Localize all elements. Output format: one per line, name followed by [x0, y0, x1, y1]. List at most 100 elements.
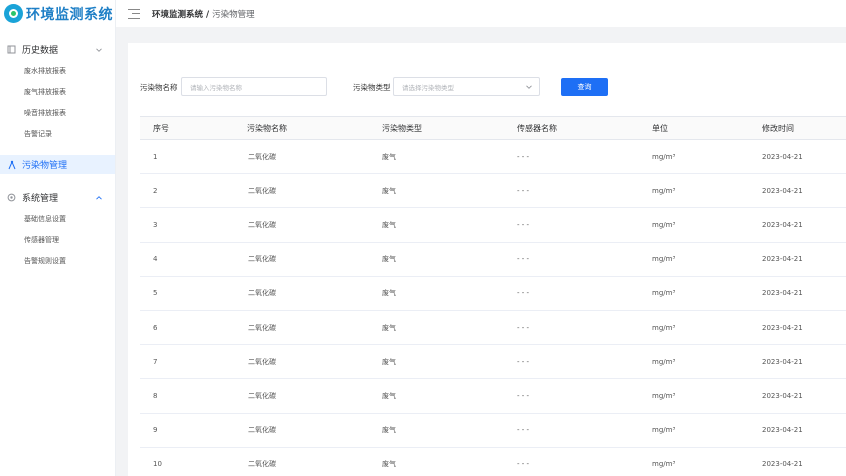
sidebar-item-alarm-rules[interactable]: 告警规则设置 — [0, 250, 115, 271]
menu-group-label: 历史数据 — [22, 46, 59, 56]
table-body: 1 二氧化碳 废气 - - - mg/m³ 2023-04-21 2 二氧化碳 废气 - - -m… — [140, 140, 846, 476]
pollutant-table: 序号 污染物名称 污染物类型 传感器名称 单位 修改时间 1 二氧化碳 废气 - - … — [140, 116, 846, 476]
header-unit: 单位 — [652, 123, 668, 133]
table-row[interactable]: 3 二氧化碳 废气 - - - mg/m³ 2023-04-21 — [140, 208, 846, 243]
row-index: 2 — [153, 186, 158, 195]
table-row[interactable]: 9 二氧化碳 废气 - - - mg/m³ 2023-04-21 — [140, 414, 846, 448]
table-row[interactable]: 4 二氧化碳 废气 - - - mg/m³ 2023-04-21 — [140, 243, 846, 277]
row-index: 7 — [153, 357, 158, 366]
row-modified-time: 2023-04-21 — [762, 186, 803, 195]
row-index: 6 — [153, 323, 158, 332]
row-pollutant-name: 二氧化碳 — [248, 220, 276, 229]
row-unit: mg/m³ — [652, 391, 676, 400]
table-row[interactable]: 5 二氧化碳 废气 - - - mg/m³ 2023-04-21 — [140, 277, 846, 311]
settings-icon — [7, 193, 16, 202]
row-pollutant-type: 废气 — [382, 186, 396, 195]
row-modified-time: 2023-04-21 — [762, 255, 803, 264]
chevron-down-icon — [526, 85, 532, 89]
sidebar-item-exhaust-report[interactable]: 废气排放报表 — [0, 81, 115, 102]
pollutant-name-input[interactable]: 请输入污染物名称 — [181, 77, 327, 96]
row-sensor-name: - - - — [517, 220, 530, 229]
main-content: 污染物名称 请输入污染物名称 污染物类型 请选择污染物类型 查询 序号 污染物名… — [116, 27, 846, 476]
row-sensor-name: - - - — [517, 460, 530, 469]
menu-toggle-icon[interactable] — [128, 8, 140, 19]
row-unit: mg/m³ — [652, 186, 676, 195]
table-row[interactable]: 10 二氧化碳 废气 - - - mg/m³ 2023-04-21 — [140, 448, 846, 476]
row-pollutant-type: 废气 — [382, 460, 396, 469]
header-pollutant-name: 污染物名称 — [247, 123, 287, 133]
pollutant-name-placeholder: 请输入污染物名称 — [190, 83, 242, 92]
row-index: 1 — [153, 152, 158, 161]
row-modified-time: 2023-04-21 — [762, 220, 803, 229]
table-row[interactable]: 6 二氧化碳 废气 - - - mg/m³ 2023-04-21 — [140, 311, 846, 346]
menu-group-label: 系统管理 — [22, 194, 59, 204]
pollutant-type-label: 污染物类型 — [353, 83, 391, 92]
sidebar-item-alarm-records[interactable]: 告警记录 — [0, 123, 115, 144]
row-sensor-name: - - - — [517, 289, 530, 298]
sidebar-item-noise-report[interactable]: 噪音排放报表 — [0, 102, 115, 123]
app-title: 环境监测系统 — [26, 6, 113, 23]
table-row[interactable]: 1 二氧化碳 废气 - - - mg/m³ 2023-04-21 — [140, 140, 846, 175]
row-pollutant-name: 二氧化碳 — [248, 152, 276, 161]
top-bar: 环境监测系统 / 污染物管理 — [116, 0, 846, 27]
table-row[interactable]: 2 二氧化碳 废气 - - - mg/m³ 2023-04-21 — [140, 174, 846, 209]
row-pollutant-name: 二氧化碳 — [248, 255, 276, 264]
pollutant-icon — [7, 160, 17, 170]
row-pollutant-name: 二氧化碳 — [248, 391, 276, 400]
row-modified-time: 2023-04-21 — [762, 460, 803, 469]
app-logo[interactable]: 环境监测系统 — [0, 0, 115, 27]
sidebar-item-sensor-management[interactable]: 传感器管理 — [0, 229, 115, 250]
row-pollutant-name: 二氧化碳 — [248, 426, 276, 435]
row-unit: mg/m³ — [652, 460, 676, 469]
logo-icon — [4, 4, 23, 23]
row-index: 3 — [153, 220, 158, 229]
row-pollutant-type: 废气 — [382, 391, 396, 400]
row-pollutant-name: 二氧化碳 — [248, 289, 276, 298]
row-pollutant-type: 废气 — [382, 426, 396, 435]
folder-icon — [7, 45, 16, 54]
row-unit: mg/m³ — [652, 289, 676, 298]
sidebar-item-pollutant-management[interactable]: 污染物管理 — [0, 155, 115, 174]
row-pollutant-name: 二氧化碳 — [248, 186, 276, 195]
row-unit: mg/m³ — [652, 357, 676, 366]
header-index: 序号 — [153, 123, 169, 133]
row-index: 9 — [153, 426, 158, 435]
header-sensor-name: 传感器名称 — [517, 123, 557, 133]
row-pollutant-type: 废气 — [382, 289, 396, 298]
table-row[interactable]: 7 二氧化碳 废气 - - - mg/m³ 2023-04-21 — [140, 345, 846, 380]
row-modified-time: 2023-04-21 — [762, 391, 803, 400]
table-row[interactable]: 8 二氧化碳 废气 - - - mg/m³ 2023-04-21 — [140, 379, 846, 414]
pollutant-type-select[interactable]: 请选择污染物类型 — [393, 77, 540, 96]
sidebar-item-label: 污染物管理 — [22, 161, 68, 171]
header-modified-time: 修改时间 — [762, 123, 794, 133]
row-modified-time: 2023-04-21 — [762, 152, 803, 161]
row-pollutant-type: 废气 — [382, 255, 396, 264]
row-unit: mg/m³ — [652, 323, 676, 332]
row-sensor-name: - - - — [517, 357, 530, 366]
menu-group-system[interactable]: 系统管理 — [0, 187, 115, 208]
sidebar: 环境监测系统 历史数据 废水排放报表 废气排放报表 噪音排放报表 告警记录 污染… — [0, 0, 116, 476]
row-sensor-name: - - - — [517, 152, 530, 161]
row-modified-time: 2023-04-21 — [762, 426, 803, 435]
content-card: 污染物名称 请输入污染物名称 污染物类型 请选择污染物类型 查询 序号 污染物名… — [128, 43, 846, 476]
row-sensor-name: - - - — [517, 186, 530, 195]
sidebar-item-wastewater-report[interactable]: 废水排放报表 — [0, 60, 115, 81]
sidebar-item-basic-info-settings[interactable]: 基础信息设置 — [0, 208, 115, 229]
query-button[interactable]: 查询 — [561, 78, 608, 96]
row-modified-time: 2023-04-21 — [762, 289, 803, 298]
row-unit: mg/m³ — [652, 426, 676, 435]
row-pollutant-name: 二氧化碳 — [248, 323, 276, 332]
row-sensor-name: - - - — [517, 391, 530, 400]
row-sensor-name: - - - — [517, 255, 530, 264]
breadcrumb-current: 污染物管理 — [212, 9, 255, 20]
row-pollutant-name: 二氧化碳 — [248, 357, 276, 366]
pollutant-type-placeholder: 请选择污染物类型 — [402, 83, 454, 92]
row-pollutant-type: 废气 — [382, 220, 396, 229]
breadcrumb-root[interactable]: 环境监测系统 — [152, 10, 203, 20]
row-sensor-name: - - - — [517, 323, 530, 332]
row-index: 4 — [153, 255, 158, 264]
breadcrumb-separator: / — [206, 9, 210, 20]
row-index: 10 — [153, 460, 162, 469]
row-pollutant-type: 废气 — [382, 152, 396, 161]
menu-group-history[interactable]: 历史数据 — [0, 39, 115, 60]
